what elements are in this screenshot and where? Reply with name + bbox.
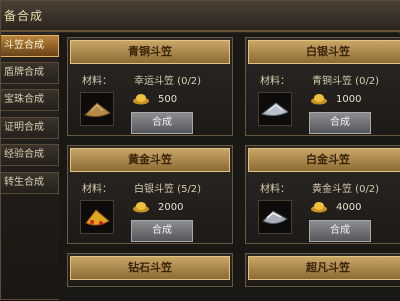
content-area: 青铜斗笠 材料： 幸运斗笠 (0/2) 500 合成 白银斗笠 材料： 青铜斗笠… (59, 33, 400, 301)
craft-card-bronze-hat: 青铜斗笠 材料： 幸运斗笠 (0/2) 500 合成 (67, 37, 233, 136)
item-slot[interactable] (80, 200, 114, 234)
item-slot[interactable] (80, 92, 114, 126)
craft-button[interactable]: 合成 (131, 112, 193, 134)
item-slot[interactable] (258, 92, 292, 126)
window-title: 备合成 (4, 9, 44, 23)
sidebar-item-hat[interactable]: 斗笠合成 (1, 35, 59, 57)
material-value: 幸运斗笠 (0/2) (134, 76, 202, 87)
title-bar: 备合成 (1, 1, 400, 32)
card-title: 青铜斗笠 (70, 40, 230, 64)
price: 500 (158, 94, 178, 105)
gold-ingot-icon (133, 202, 149, 213)
card-title: 白银斗笠 (248, 40, 400, 64)
material-value: 白银斗笠 (5/2) (134, 184, 202, 195)
craft-button[interactable]: 合成 (131, 220, 193, 242)
gold-hat-icon (85, 209, 110, 226)
sidebar-item-rebirth[interactable]: 转生合成 (1, 172, 59, 194)
craft-card-transcendent-hat: 超凡斗笠 (245, 253, 400, 287)
silver-hat-icon (260, 102, 289, 117)
gold-ingot-icon (133, 94, 149, 105)
card-title: 钻石斗笠 (70, 256, 230, 280)
craft-card-silver-hat: 白银斗笠 材料： 青铜斗笠 (0/2) 1000 合成 (245, 37, 400, 136)
crafting-window: 备合成 斗笠合成 盾牌合成 宝珠合成 证明合成 经验合成 转生合成 青铜斗笠 材… (0, 0, 400, 301)
craft-card-platinum-hat: 白金斗笠 材料： 黄金斗笠 (0/2) 4000 合成 (245, 145, 400, 244)
sidebar-item-orb[interactable]: 宝珠合成 (1, 89, 59, 111)
craft-card-gold-hat: 黄金斗笠 材料： 白银斗笠 (5/2) 2000 合成 (67, 145, 233, 244)
price: 1000 (336, 94, 362, 105)
gold-ingot-icon (311, 202, 327, 213)
sidebar-item-exp[interactable]: 经验合成 (1, 144, 59, 166)
material-label: 材料： (82, 76, 112, 87)
material-label: 材料： (260, 184, 290, 195)
platinum-hat-icon (262, 210, 288, 225)
price: 4000 (336, 202, 362, 213)
material-value: 青铜斗笠 (0/2) (312, 76, 380, 87)
craft-button[interactable]: 合成 (309, 112, 371, 134)
card-title: 黄金斗笠 (70, 148, 230, 172)
sidebar-item-shield[interactable]: 盾牌合成 (1, 62, 59, 84)
price: 2000 (158, 202, 184, 213)
card-title: 白金斗笠 (248, 148, 400, 172)
craft-button[interactable]: 合成 (309, 220, 371, 242)
bronze-hat-icon (84, 102, 111, 118)
gold-ingot-icon (311, 94, 327, 105)
sidebar-item-proof[interactable]: 证明合成 (1, 117, 59, 139)
material-value: 黄金斗笠 (0/2) (312, 184, 380, 195)
material-label: 材料： (82, 184, 112, 195)
card-title: 超凡斗笠 (248, 256, 400, 280)
sidebar: 斗笠合成 盾牌合成 宝珠合成 证明合成 经验合成 转生合成 (1, 35, 59, 301)
material-label: 材料： (260, 76, 290, 87)
craft-card-diamond-hat: 钻石斗笠 (67, 253, 233, 287)
item-slot[interactable] (258, 200, 292, 234)
